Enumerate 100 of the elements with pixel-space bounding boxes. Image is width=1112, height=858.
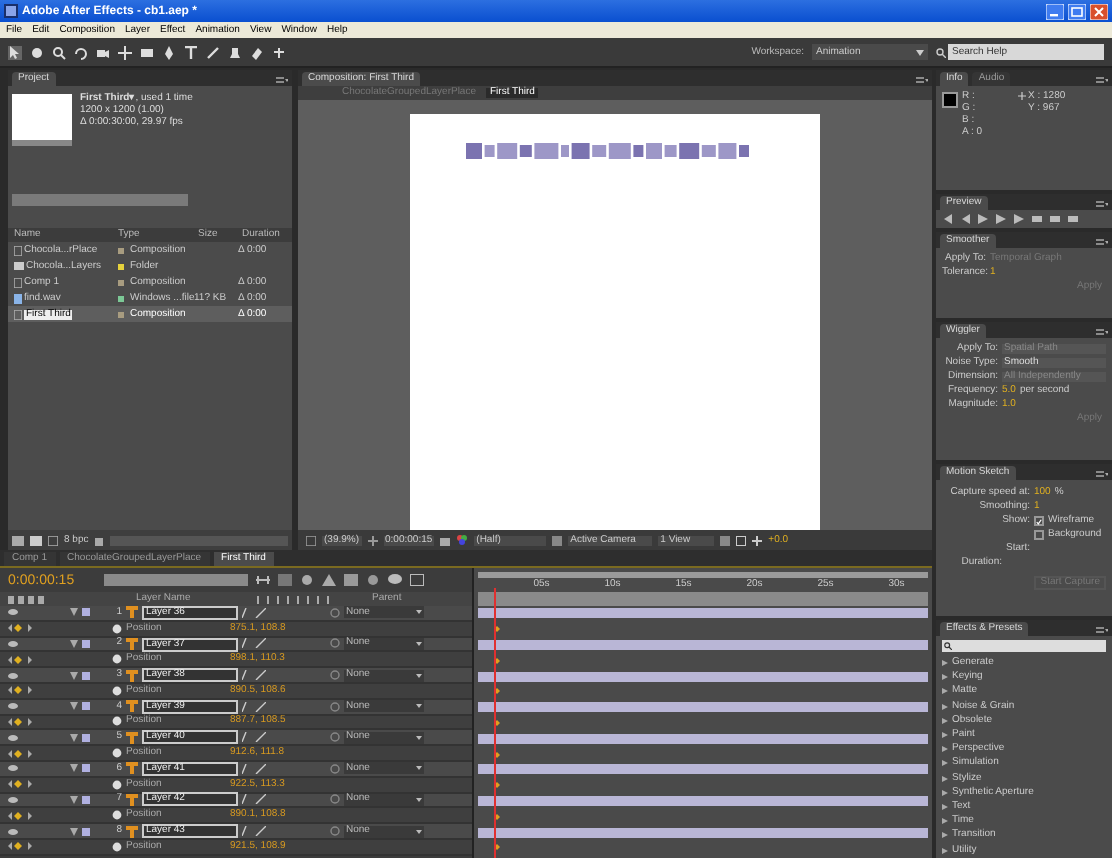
caret-icon[interactable] <box>416 829 422 834</box>
pick-whip-icon[interactable] <box>330 732 340 743</box>
eye-icon[interactable] <box>8 702 18 711</box>
brush-icon[interactable] <box>206 45 220 59</box>
text-tool-icon[interactable] <box>184 45 198 59</box>
composition-mini-flowchart-icon[interactable] <box>256 574 270 586</box>
stopwatch-icon[interactable] <box>112 716 122 727</box>
expand-arrow-icon[interactable] <box>70 671 78 680</box>
keyframe-navigator-icon[interactable] <box>8 780 32 789</box>
keyframe-navigator-icon[interactable] <box>8 811 32 820</box>
layer-duration-bar[interactable] <box>478 639 928 650</box>
stopwatch-icon[interactable] <box>112 841 122 852</box>
expand-arrow-icon[interactable] <box>70 639 78 648</box>
eye-icon[interactable] <box>8 671 18 680</box>
layer-duration-bar[interactable] <box>478 733 928 744</box>
pick-whip-icon[interactable] <box>330 701 340 712</box>
last-frame-icon[interactable] <box>1014 214 1024 224</box>
crosshair-icon <box>1018 92 1026 100</box>
label-color-square <box>82 702 90 711</box>
eraser-icon[interactable] <box>250 45 264 59</box>
effects-search-field[interactable] <box>942 640 1106 652</box>
stopwatch-icon[interactable] <box>112 654 122 665</box>
layer-duration-bar[interactable] <box>478 795 928 806</box>
speech-bubble-icon[interactable] <box>388 574 402 586</box>
pick-whip-icon[interactable] <box>330 607 340 618</box>
stopwatch-icon[interactable] <box>112 810 122 821</box>
layer-duration-bar[interactable] <box>478 764 928 775</box>
rectangle-icon[interactable] <box>140 45 154 59</box>
expand-arrow-icon[interactable] <box>70 764 78 773</box>
project-search-field[interactable] <box>12 194 188 206</box>
previous-frame-icon[interactable] <box>960 214 970 224</box>
panel-menu-icon[interactable] <box>1096 238 1108 248</box>
panel-menu-icon[interactable] <box>1096 328 1108 338</box>
eye-icon[interactable] <box>8 733 18 742</box>
selection-tool-icon[interactable] <box>8 45 22 59</box>
panel-menu-icon[interactable] <box>1096 626 1108 636</box>
pen-icon[interactable] <box>162 45 176 59</box>
layer-search-field[interactable] <box>104 574 248 586</box>
layer-duration-bar[interactable] <box>478 608 928 619</box>
stopwatch-icon[interactable] <box>112 623 122 634</box>
layer-duration-bar[interactable] <box>478 671 928 682</box>
caret-icon[interactable] <box>416 735 422 740</box>
stopwatch-icon[interactable] <box>112 685 122 696</box>
keyframe-navigator-icon[interactable] <box>8 686 32 695</box>
switch-icons <box>242 638 266 649</box>
panel-menu-icon[interactable] <box>276 76 288 86</box>
eye-icon[interactable] <box>8 639 18 648</box>
checkbox[interactable] <box>1034 516 1044 526</box>
search-icon <box>944 642 952 650</box>
minimize-icon[interactable] <box>1046 3 1064 19</box>
close-icon[interactable] <box>1090 3 1108 19</box>
keyframe-navigator-icon[interactable] <box>8 717 32 726</box>
eye-icon[interactable] <box>8 608 18 617</box>
keyframe-navigator-icon[interactable] <box>8 624 32 633</box>
zoom-icon[interactable] <box>52 45 66 59</box>
expand-arrow-icon[interactable] <box>70 702 78 711</box>
expand-arrow-icon[interactable] <box>70 608 78 617</box>
panel-menu-icon[interactable] <box>916 76 928 86</box>
caret-icon[interactable] <box>416 766 422 771</box>
label-color-square <box>82 795 90 804</box>
panel-menu-icon[interactable] <box>1096 76 1108 86</box>
pick-whip-icon[interactable] <box>330 794 340 805</box>
keyframe-navigator-icon[interactable] <box>8 842 32 851</box>
caret-icon[interactable] <box>416 610 422 615</box>
rotate-icon[interactable] <box>74 45 88 59</box>
first-frame-icon[interactable] <box>942 214 952 224</box>
stopwatch-icon[interactable] <box>112 779 122 790</box>
eye-icon[interactable] <box>8 795 18 804</box>
pick-whip-icon[interactable] <box>330 826 340 837</box>
layer-duration-bar[interactable] <box>478 702 928 713</box>
panel-menu-icon[interactable] <box>1096 470 1108 480</box>
caret-icon[interactable] <box>916 49 924 55</box>
pixel-icon[interactable] <box>736 535 747 545</box>
new-comp-icon[interactable] <box>48 535 58 545</box>
panel-menu-icon[interactable] <box>1096 200 1108 210</box>
next-frame-icon[interactable] <box>996 214 1006 224</box>
stopwatch-icon[interactable] <box>112 748 122 759</box>
label-color-square <box>82 639 90 648</box>
checkbox[interactable] <box>1034 530 1044 540</box>
layer-duration-bar[interactable] <box>478 827 928 838</box>
text-layer-icon <box>126 825 138 838</box>
keyframe-navigator-icon[interactable] <box>8 749 32 758</box>
pick-whip-icon[interactable] <box>330 638 340 649</box>
eye-icon[interactable] <box>8 827 18 836</box>
pick-whip-icon[interactable] <box>330 670 340 681</box>
maximize-icon[interactable] <box>1068 3 1086 19</box>
color-channels-icon[interactable] <box>456 534 469 546</box>
keyframe-navigator-icon[interactable] <box>8 655 32 664</box>
expand-arrow-icon[interactable] <box>70 733 78 742</box>
graph-editor-icon[interactable] <box>410 574 424 586</box>
stamp-icon[interactable] <box>228 45 242 59</box>
play-icon[interactable] <box>978 214 988 224</box>
caret-icon[interactable] <box>416 673 422 678</box>
pick-whip-icon[interactable] <box>330 763 340 774</box>
expand-arrow-icon[interactable] <box>70 827 78 836</box>
caret-icon[interactable] <box>416 704 422 709</box>
expand-arrow-icon[interactable] <box>70 795 78 804</box>
expand-arrow-icon[interactable] <box>942 847 948 854</box>
eye-icon[interactable] <box>8 764 18 773</box>
audio-video-switches-icon <box>8 595 44 603</box>
